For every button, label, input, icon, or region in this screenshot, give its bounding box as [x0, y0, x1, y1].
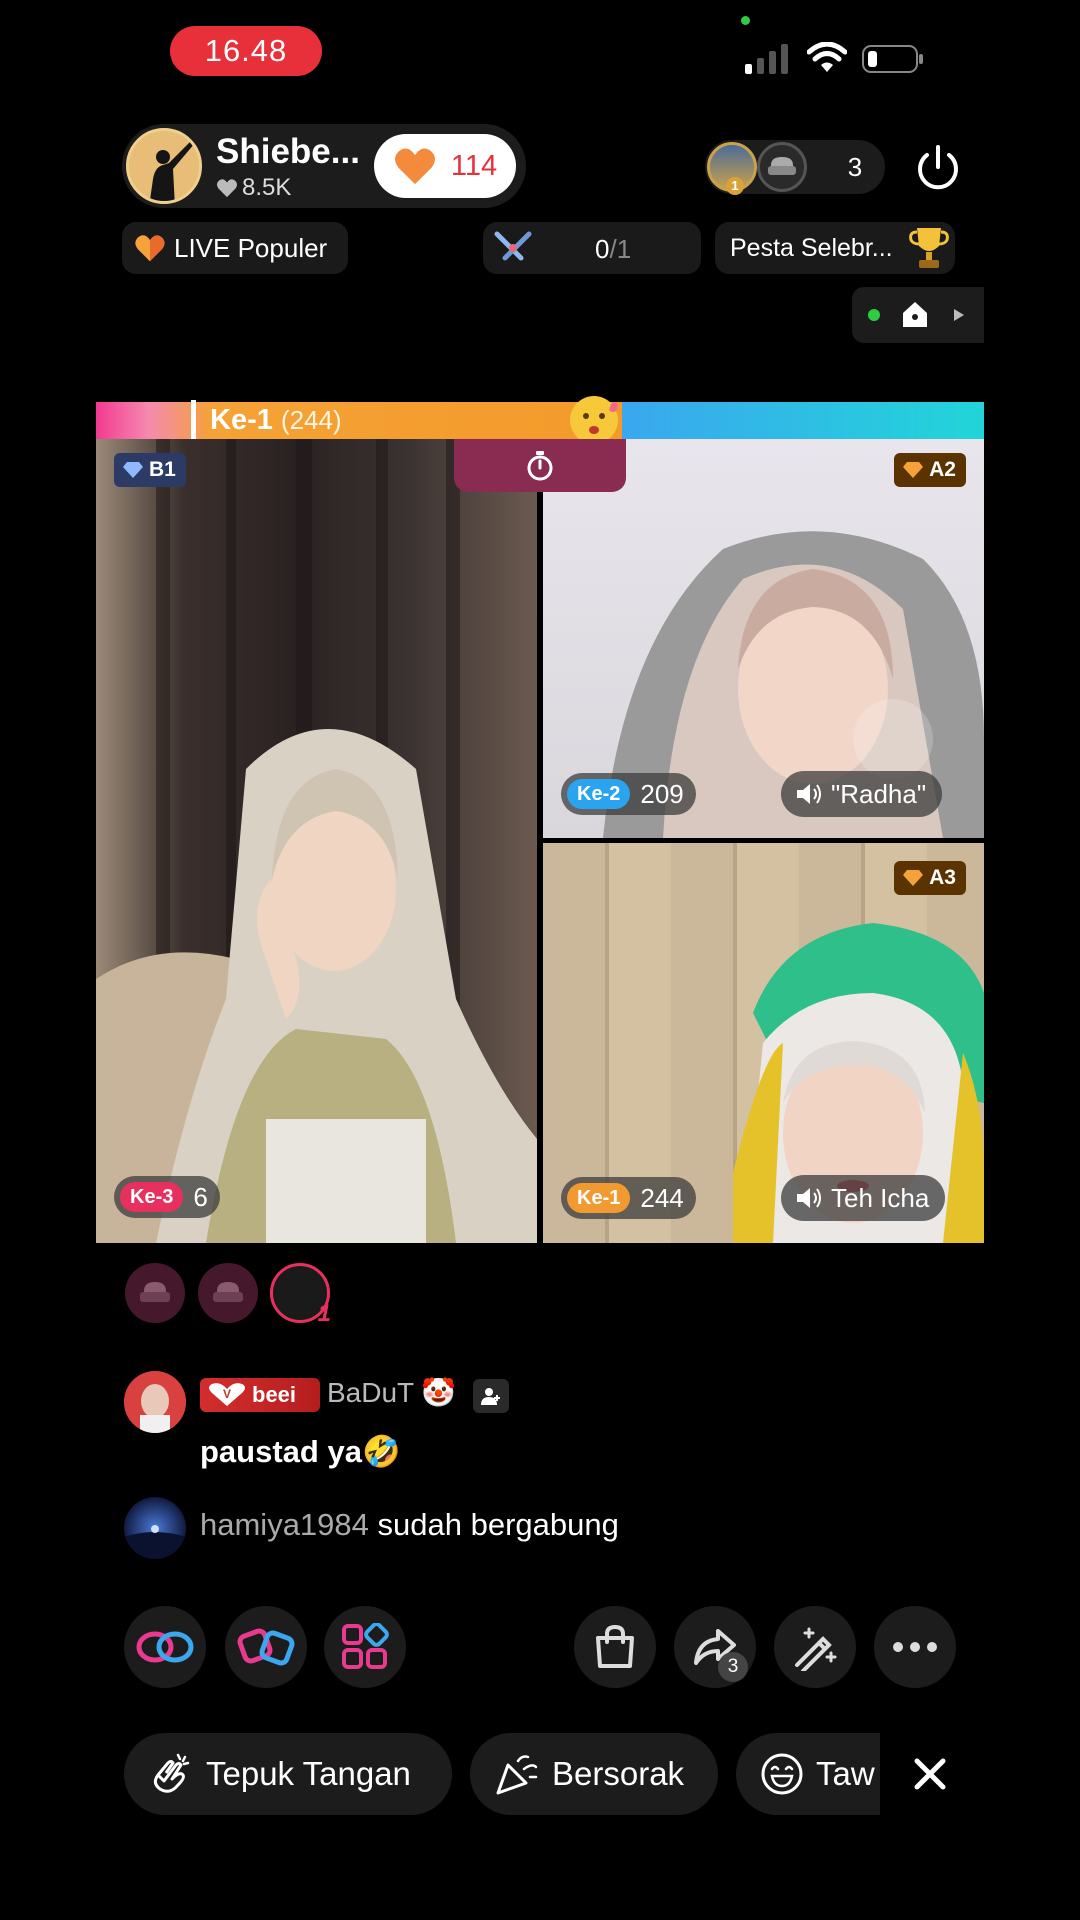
like-button[interactable]: 114	[374, 134, 516, 198]
comment-text: paustad ya🤣	[200, 1434, 401, 1469]
diamond-icon	[903, 870, 924, 886]
shop-button[interactable]	[574, 1606, 656, 1688]
battle-score-pill[interactable]: 0/1	[483, 222, 701, 274]
player-rank-a3: Ke-1 244	[561, 1177, 696, 1219]
player-badge-a3: A3	[894, 861, 966, 895]
viewer-count: 3	[847, 152, 863, 182]
bag-icon	[596, 1624, 634, 1668]
power-icon[interactable]	[913, 143, 963, 193]
share-count: 3	[718, 1652, 748, 1682]
timer-icon	[527, 450, 553, 480]
host-likes: 8.5K	[216, 174, 291, 202]
like-count: 114	[450, 149, 498, 182]
swords-icon	[494, 231, 532, 261]
play-icon[interactable]	[952, 307, 966, 323]
battle-icon	[237, 1628, 295, 1666]
wifi-icon	[807, 42, 847, 72]
host-card[interactable]: Shiebe... 8.5K 114	[122, 124, 526, 208]
reaction-clap-button[interactable]: Tepuk Tangan	[124, 1733, 452, 1815]
camera-indicator	[741, 16, 750, 25]
battle-button[interactable]	[225, 1606, 307, 1688]
reaction-cheer-button[interactable]: Bersorak	[470, 1733, 718, 1815]
speaker-icon	[797, 784, 821, 804]
more-icon	[893, 1642, 937, 1652]
player-rank-a2: Ke-2 209	[561, 773, 696, 815]
more-button[interactable]	[874, 1606, 956, 1688]
mini-controls[interactable]	[852, 287, 984, 343]
player-badge-a2: A2	[894, 453, 966, 487]
sofa-icon	[140, 1282, 170, 1302]
seat-slot[interactable]	[198, 1263, 258, 1323]
rank-tag: Ke-2	[567, 779, 631, 809]
battle-score: 0/1	[595, 234, 632, 264]
link-icon	[136, 1631, 194, 1663]
video-player-b1[interactable]: B1 Ke-3 6	[96, 439, 537, 1243]
player-score: 6	[193, 1181, 208, 1212]
player-b1-figure	[96, 439, 537, 1243]
speaker-icon	[797, 1188, 821, 1208]
sofa-icon[interactable]	[757, 142, 807, 192]
user-badge: V beei	[200, 1378, 320, 1412]
party-popper-icon	[496, 1755, 538, 1795]
laugh-icon	[761, 1753, 803, 1795]
score-bar-right	[622, 402, 984, 439]
heart-icon	[135, 235, 165, 262]
close-icon[interactable]	[905, 1749, 955, 1799]
rank-tag: Ke-1	[567, 1183, 631, 1213]
status-time: 16.48	[170, 26, 322, 76]
player-score: 209	[640, 778, 684, 809]
player-score: 244	[640, 1182, 684, 1213]
home-icon[interactable]	[900, 299, 930, 329]
svg-text:V: V	[223, 1387, 231, 1401]
host-likes-count: 8.5K	[242, 174, 292, 201]
player-name-a2[interactable]: "Radha"	[781, 771, 943, 817]
kiss-emoji-icon	[570, 396, 618, 444]
heart-icon	[394, 148, 435, 185]
diamond-icon	[903, 462, 924, 478]
leader-label: Ke-1 (244)	[210, 404, 342, 436]
player-name-a3[interactable]: Teh Icha	[781, 1175, 946, 1221]
sofa-icon	[213, 1282, 243, 1302]
battery-icon	[862, 45, 923, 73]
seat-count-badge: 1	[317, 1300, 331, 1327]
host-name: Shiebe...	[216, 132, 360, 171]
link-button[interactable]	[124, 1606, 206, 1688]
diamond-icon	[123, 462, 143, 478]
join-message: hamiya1984 sudah bergabung	[200, 1507, 619, 1542]
viewer-avatar[interactable]: 1	[707, 142, 757, 195]
live-popular-label: LIVE Populer	[174, 232, 328, 263]
share-button[interactable]: 3	[674, 1606, 756, 1688]
effects-button[interactable]	[774, 1606, 856, 1688]
follow-user-icon[interactable]	[473, 1379, 509, 1413]
live-popular-pill[interactable]: LIVE Populer	[122, 222, 348, 274]
clap-icon	[153, 1753, 190, 1793]
video-player-a2[interactable]: A2 Ke-2 209 "Radha"	[543, 439, 984, 838]
reaction-laugh-button[interactable]: Taw	[736, 1733, 880, 1815]
join-avatar[interactable]	[124, 1497, 186, 1559]
vip-heart-icon: V	[209, 1383, 245, 1406]
score-bar-left	[96, 402, 622, 439]
online-dot	[868, 309, 880, 321]
host-avatar[interactable]	[126, 128, 202, 204]
comment-username[interactable]: BaDuT 🤡	[327, 1376, 456, 1409]
magic-wand-icon	[795, 1627, 837, 1671]
heart-icon	[217, 179, 237, 198]
seat-occupied[interactable]: 1	[270, 1263, 331, 1327]
apps-icon	[342, 1623, 389, 1669]
player-badge-b1: B1	[114, 453, 186, 487]
score-marker	[191, 400, 196, 442]
apps-button[interactable]	[324, 1606, 406, 1688]
viewer-rank-badge: 1	[726, 177, 744, 195]
viewer-list[interactable]: 1 3	[705, 140, 885, 195]
party-label: Pesta Selebr...	[730, 233, 893, 262]
player-rank-b1: Ke-3 6	[114, 1176, 220, 1218]
party-pill[interactable]: Pesta Selebr...	[715, 222, 955, 274]
video-player-a3[interactable]: A3 Ke-1 244 Teh Icha	[543, 843, 984, 1243]
seat-slot[interactable]	[125, 1263, 185, 1323]
signal-icon	[745, 44, 788, 74]
trophy-icon	[909, 228, 949, 268]
rank-tag: Ke-3	[120, 1182, 184, 1212]
battle-timer[interactable]	[454, 439, 626, 492]
comment-avatar[interactable]	[124, 1371, 186, 1433]
